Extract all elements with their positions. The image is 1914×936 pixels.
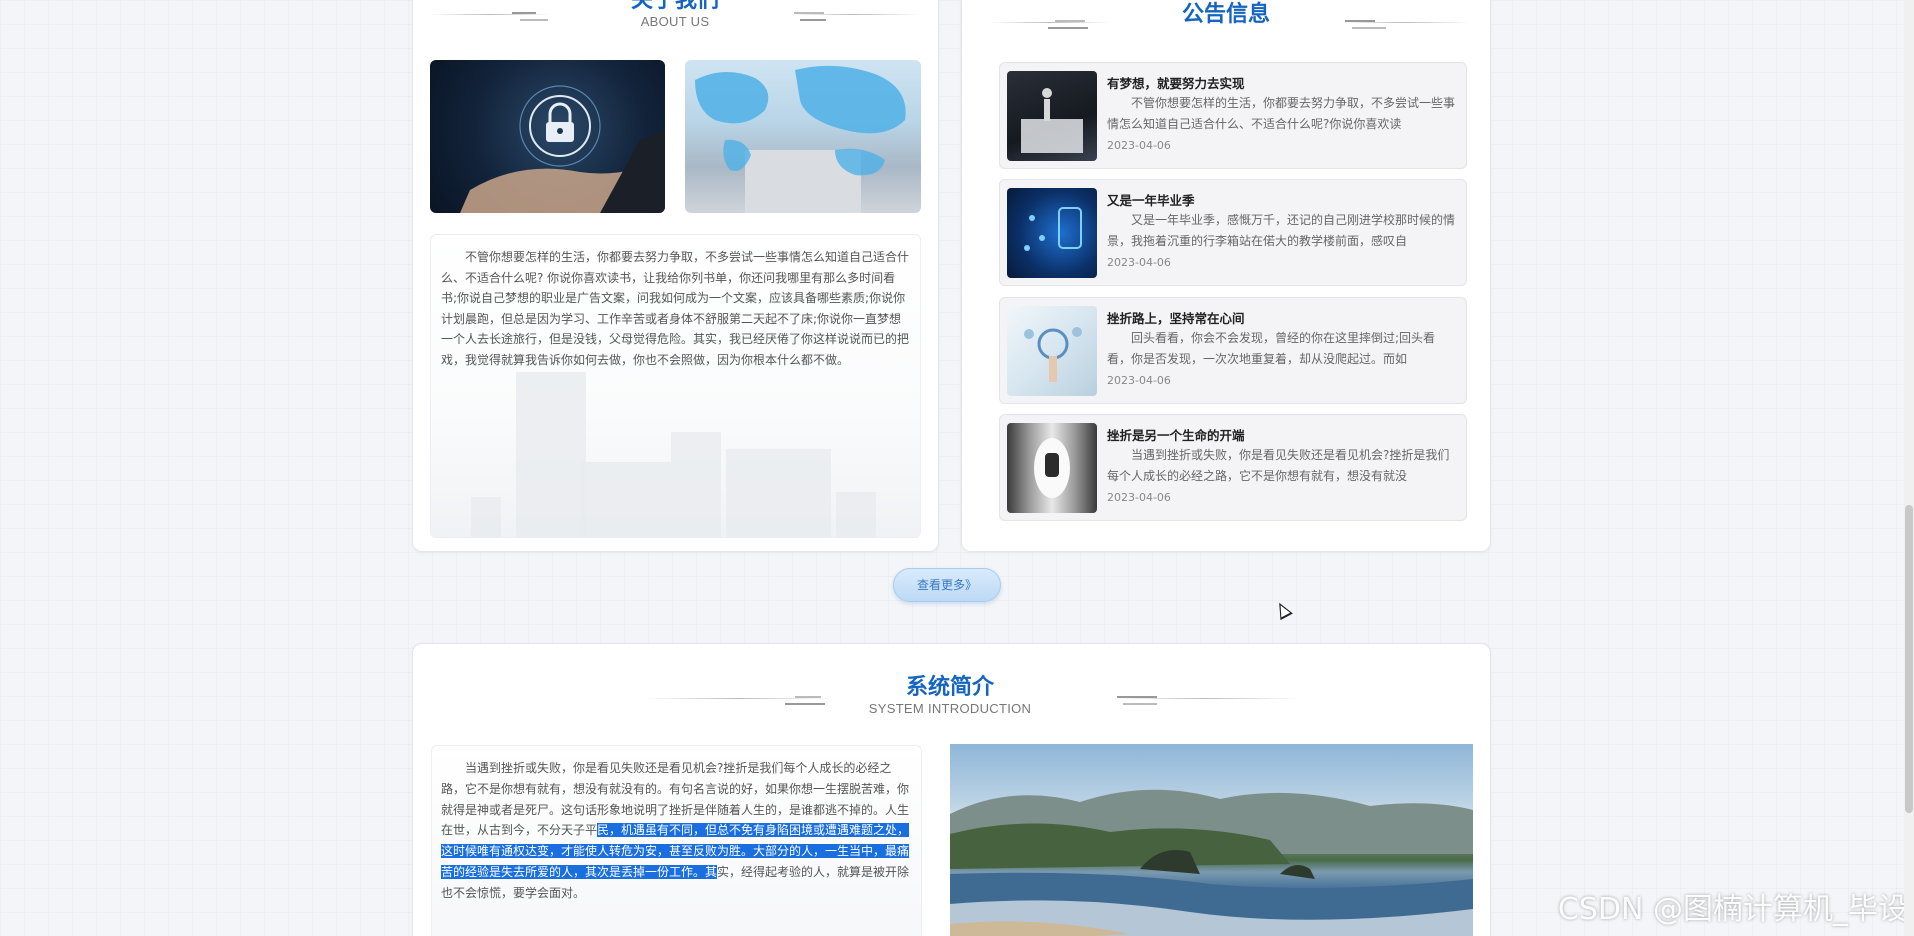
system-subtitle: SYSTEM INTRODUCTION bbox=[868, 701, 1032, 716]
notice-title[interactable]: 挫折是另一个生命的开端 bbox=[1107, 425, 1245, 444]
about-title-deco-right bbox=[790, 8, 920, 22]
notice-section-title: 公告信息 bbox=[1126, 2, 1326, 28]
scrollbar-thumb[interactable] bbox=[1905, 505, 1913, 813]
notice-item[interactable]: 又是一年毕业季 又是一年毕业季，感慨万千，还记的自己刚进学校那时候的情景，我拖着… bbox=[999, 179, 1467, 286]
notice-desc: 不管你想要怎样的生活，你都要去努力争取，不多尝试一些事情怎么知道自己适合什么、不… bbox=[1107, 96, 1455, 131]
notice-date: 2023-04-06 bbox=[1107, 256, 1171, 269]
notice-date: 2023-04-06 bbox=[1107, 374, 1171, 387]
system-image-coast bbox=[950, 744, 1473, 936]
notice-title[interactable]: 又是一年毕业季 bbox=[1107, 190, 1195, 209]
notice-title-deco-left bbox=[990, 16, 1110, 30]
about-text-box: 不管你想要怎样的生活，你都要去努力争取，不多尝试一些事情怎么知道自己适合什么、不… bbox=[430, 234, 921, 538]
about-subtitle: ABOUT US bbox=[640, 14, 710, 29]
about-image-world-map bbox=[685, 60, 921, 213]
notice-desc: 又是一年毕业季，感慨万千，还记的自己刚进学校那时候的情景，我拖着沉重的行李箱站在… bbox=[1107, 213, 1455, 248]
page-scrollbar[interactable] bbox=[1904, 0, 1914, 936]
notice-thumbnail bbox=[1007, 188, 1097, 278]
about-text: 不管你想要怎样的生活，你都要去努力争取，不多尝试一些事情怎么知道自己适合什么、不… bbox=[441, 250, 910, 367]
notice-title-deco-right bbox=[1340, 16, 1470, 30]
notice-date: 2023-04-06 bbox=[1107, 139, 1171, 152]
system-title: 系统简介 bbox=[905, 675, 994, 700]
notice-title: 公告信息 bbox=[1181, 2, 1270, 27]
system-section-title: 系统简介 SYSTEM INTRODUCTION bbox=[850, 675, 1050, 717]
notice-title[interactable]: 挫折路上，坚持常在心间 bbox=[1107, 308, 1245, 327]
system-title-deco-left bbox=[645, 692, 830, 706]
notice-item[interactable]: 挫折是另一个生命的开端 当遇到挫折或失败，你是看见失败还是看见机会?挫折是我们每… bbox=[999, 414, 1467, 521]
mouse-cursor-icon bbox=[1273, 599, 1293, 621]
notice-thumbnail bbox=[1007, 306, 1097, 396]
watermark: CSDN @图楠计算机_毕设 bbox=[1557, 892, 1908, 927]
notice-desc: 当遇到挫折或失败，你是看见失败还是看见机会?挫折是我们每个人成长的必经之路，它不… bbox=[1107, 448, 1450, 483]
system-title-deco-right bbox=[1113, 692, 1298, 706]
about-title-deco-left bbox=[430, 8, 550, 22]
about-title: 关于我们 bbox=[630, 0, 719, 13]
system-text-box: 当遇到挫折或失败，你是看见失败还是看见机会?挫折是我们每个人成长的必经之路，它不… bbox=[431, 745, 922, 936]
notice-desc: 回头看看，你会不会发现，曾经的你在这里摔倒过;回头看看，你是否发现，一次次地重复… bbox=[1107, 331, 1436, 366]
about-section-title: 关于我们 ABOUT US bbox=[575, 0, 775, 30]
notice-item[interactable]: 有梦想，就要努力去实现 不管你想要怎样的生活，你都要去努力争取，不多尝试一些事情… bbox=[999, 62, 1467, 169]
notice-thumbnail bbox=[1007, 423, 1097, 513]
view-more-button[interactable]: 查看更多》 bbox=[893, 568, 1001, 602]
notice-thumbnail bbox=[1007, 71, 1097, 161]
notice-item[interactable]: 挫折路上，坚持常在心间 回头看看，你会不会发现，曾经的你在这里摔倒过;回头看看，… bbox=[999, 297, 1467, 404]
notice-title[interactable]: 有梦想，就要努力去实现 bbox=[1107, 73, 1245, 92]
about-image-lock bbox=[430, 60, 665, 213]
notice-date: 2023-04-06 bbox=[1107, 491, 1171, 504]
